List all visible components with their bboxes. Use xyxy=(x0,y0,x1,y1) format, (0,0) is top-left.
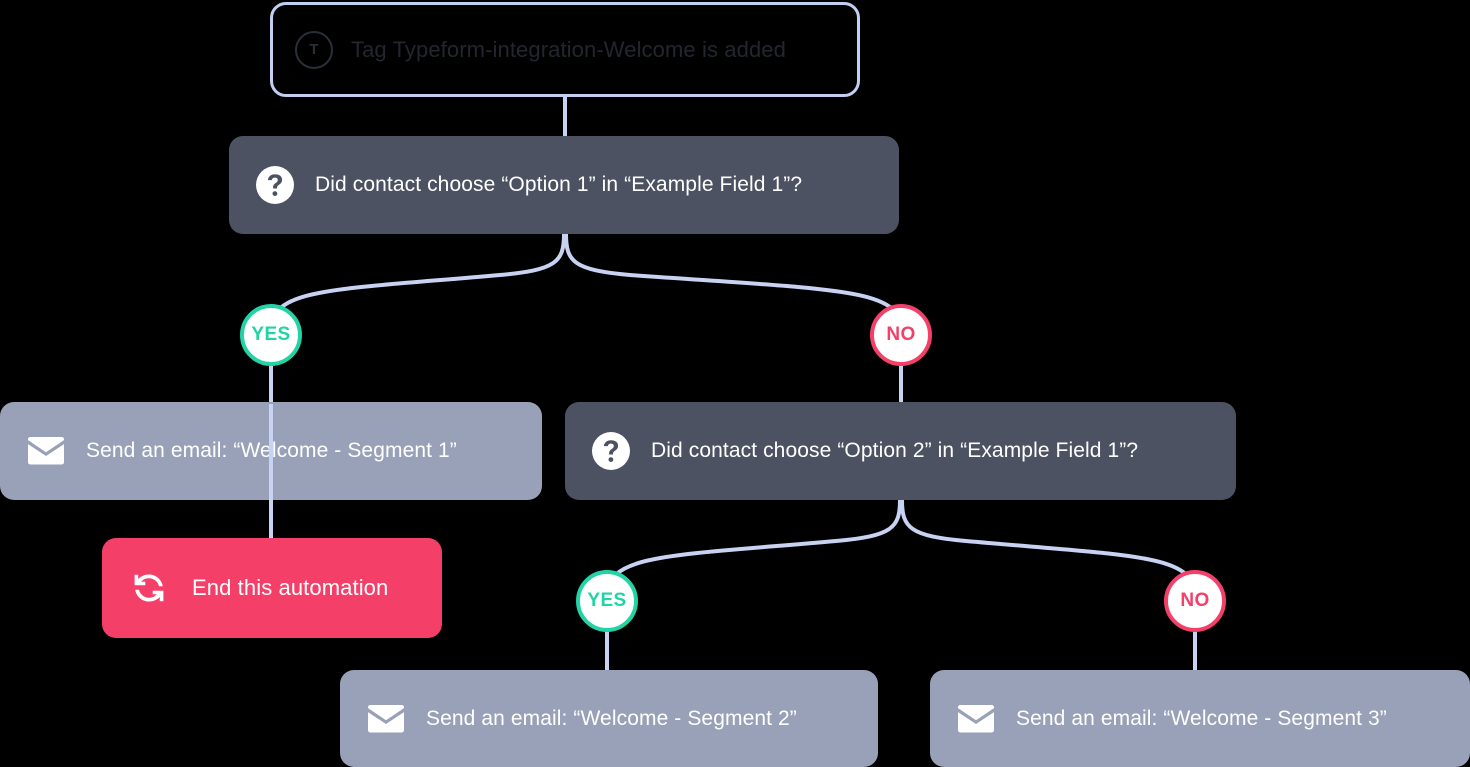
envelope-icon xyxy=(956,704,996,734)
branch-badge-no-2[interactable]: NO xyxy=(1164,570,1226,632)
branch-badge-yes-2[interactable]: YES xyxy=(576,570,638,632)
node-condition-2-label: Did contact choose “Option 2” in “Exampl… xyxy=(651,439,1139,462)
question-mark-icon xyxy=(591,431,631,471)
branch-badge-yes-1-label: YES xyxy=(251,324,291,345)
connector-condition2-to-no xyxy=(900,499,1197,597)
node-send-email-segment-2[interactable]: Send an email: “Welcome - Segment 2” xyxy=(340,670,878,767)
node-condition-option-1[interactable]: Did contact choose “Option 1” in “Exampl… xyxy=(229,136,899,234)
node-condition-option-2[interactable]: Did contact choose “Option 2” in “Exampl… xyxy=(565,402,1236,500)
question-mark-icon xyxy=(255,165,295,205)
node-send-email-segment-1[interactable]: Send an email: “Welcome - Segment 1” xyxy=(0,402,542,500)
envelope-icon xyxy=(366,704,406,734)
branch-badge-no-2-label: NO xyxy=(1180,590,1210,611)
branch-badge-no-1-label: NO xyxy=(886,324,916,345)
branch-badge-yes-2-label: YES xyxy=(587,590,627,611)
branch-badge-no-1[interactable]: NO xyxy=(870,304,932,366)
envelope-icon xyxy=(26,436,66,466)
node-send-email-segment-3[interactable]: Send an email: “Welcome - Segment 3” xyxy=(930,670,1470,767)
refresh-icon xyxy=(128,567,170,609)
connector-lines xyxy=(269,97,1197,672)
node-end-automation[interactable]: End this automation xyxy=(102,538,442,638)
node-condition-1-label: Did contact choose “Option 1” in “Exampl… xyxy=(315,173,803,196)
node-end-automation-label: End this automation xyxy=(192,575,389,600)
automation-workflow-canvas: T Tag Typeform-integration-Welcome is ad… xyxy=(0,0,1470,767)
node-trigger-label: Tag Typeform-integration-Welcome is adde… xyxy=(351,36,786,62)
connector-condition1-to-no xyxy=(564,233,903,331)
node-email-2-label: Send an email: “Welcome - Segment 2” xyxy=(426,706,797,730)
node-trigger-tag-added[interactable]: T Tag Typeform-integration-Welcome is ad… xyxy=(270,2,860,97)
connector-condition2-to-yes xyxy=(605,499,902,597)
node-email-1-label: Send an email: “Welcome - Segment 1” xyxy=(86,439,457,462)
branch-badge-yes-1[interactable]: YES xyxy=(240,304,302,366)
node-email-3-label: Send an email: “Welcome - Segment 3” xyxy=(1016,706,1387,730)
connector-condition1-to-yes xyxy=(269,233,566,331)
connector-email1-to-end xyxy=(269,404,273,540)
tag-icon: T xyxy=(295,30,333,69)
